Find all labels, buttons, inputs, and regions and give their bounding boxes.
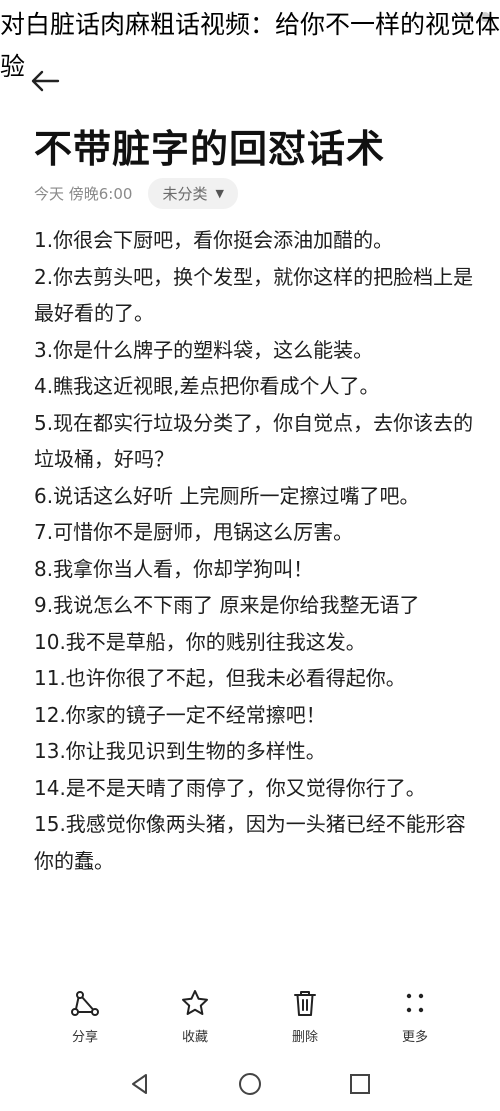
note-line: 8.我拿你当人看，你却学狗叫！ xyxy=(34,556,314,581)
circle-home-icon xyxy=(239,1073,261,1095)
nav-recents-button[interactable] xyxy=(345,1069,375,1099)
note-line: 6.说话这么好听 上完厕所一定擦过嘴了吧。 xyxy=(34,483,420,508)
more-button[interactable]: 更多 xyxy=(380,988,450,1045)
note-line: 11.也许你很了不起，但我未必看得起你。 xyxy=(34,666,406,690)
note-line: 2.你去剪头吧，换个发型，就你这样的把脸档上是最好看的了。 xyxy=(34,264,474,326)
delete-button[interactable]: 删除 xyxy=(270,988,340,1045)
system-nav-bar xyxy=(0,1064,500,1104)
note-line: 9.我说怎么不下雨了 原来是你给我整无语了 xyxy=(34,593,420,617)
dots-grid-icon xyxy=(406,993,424,1013)
bottom-toolbar: 分享 收藏 删除 更多 xyxy=(0,988,500,1050)
share-button[interactable]: 分享 xyxy=(50,988,120,1045)
triangle-back-icon xyxy=(132,1074,147,1094)
square-recents-icon xyxy=(350,1074,370,1094)
note-line: 15.我感觉你像两头猪，因为一头猪已经不能形容你的蠢。 xyxy=(34,812,466,873)
delete-label: 删除 xyxy=(291,1030,318,1045)
nav-home-button[interactable] xyxy=(235,1069,265,1099)
share-label: 分享 xyxy=(71,1030,98,1045)
note-line: 3.你是什么牌子的塑料袋，这么能装。 xyxy=(34,337,374,362)
share-nodes-icon xyxy=(71,991,99,1016)
note-content[interactable]: 1.你很会下厨吧，看你挺会添油加醋的。 2.你去剪头吧，换个发型，就你这样的把脸档… xyxy=(34,222,474,879)
category-label: 未分类 xyxy=(162,184,208,203)
note-line: 1.你很会下厨吧，看你挺会添油加醋的。 xyxy=(34,228,394,252)
more-label: 更多 xyxy=(401,1030,428,1045)
caret-down-icon: ▼ xyxy=(215,186,224,200)
note-line: 4.瞧我这近视眼,差点把你看成个人了。 xyxy=(34,374,380,398)
note-date: 今天 傍晚6:00 xyxy=(34,184,133,203)
nav-back-button[interactable] xyxy=(125,1069,155,1099)
category-dropdown[interactable]: 未分类 ▼ xyxy=(148,177,238,209)
note-line: 10.我不是草船，你的贱别往我这发。 xyxy=(34,629,366,654)
star-icon xyxy=(182,990,208,1015)
note-line: 12.你家的镜子一定不经常擦吧！ xyxy=(34,702,326,727)
note-line: 14.是不是天晴了雨停了，你又觉得你行了。 xyxy=(34,775,426,800)
favorite-button[interactable]: 收藏 xyxy=(160,988,230,1045)
note-line: 13.你让我见识到生物的多样性。 xyxy=(34,739,326,763)
note-line: 7.可惜你不是厨师，甩锅这么厉害。 xyxy=(34,520,354,544)
trash-icon xyxy=(294,991,316,1016)
note-meta: 今天 傍晚6:00 未分类 ▼ xyxy=(34,177,238,209)
overlay-title: 对白脏话肉麻粗话视频：给你不一样的视觉体验 xyxy=(0,10,500,81)
note-line: 5.现在都实行垃圾分类了，你自觉点，去你该去的垃圾桶，好吗？ xyxy=(34,410,474,472)
note-title: 不带脏字的回怼话术 xyxy=(34,127,386,171)
favorite-label: 收藏 xyxy=(181,1030,208,1045)
